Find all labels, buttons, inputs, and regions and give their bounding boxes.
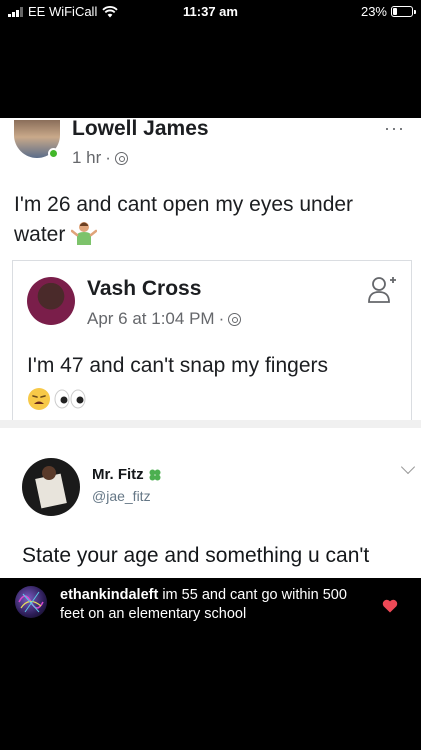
shared-post-card[interactable]: Vash Cross Apr 6 at 1:04 PM · I'm 47 and… bbox=[12, 260, 412, 420]
battery-icon bbox=[391, 6, 416, 17]
status-time: 11:37 am bbox=[183, 4, 238, 19]
post-meta: 1 hr · bbox=[72, 148, 128, 168]
avatar-pattern-icon bbox=[18, 591, 44, 613]
tweet-author-name-row: Mr. Fitz bbox=[92, 466, 162, 483]
shared-post-text: I'm 47 and can't snap my fingers bbox=[27, 354, 329, 377]
post-time[interactable]: 1 hr bbox=[72, 148, 101, 168]
add-friend-icon[interactable] bbox=[367, 275, 397, 303]
battery-fill bbox=[393, 8, 398, 15]
shared-author-avatar bbox=[27, 277, 75, 325]
post-text-line-2: water bbox=[14, 223, 66, 246]
post-screenshot: Lowell James 1 hr · ··· I'm 26 and cant … bbox=[0, 118, 421, 578]
weary-face-icon bbox=[28, 388, 50, 410]
shared-meta: Apr 6 at 1:04 PM · bbox=[87, 309, 242, 329]
tweet-author-name[interactable]: Mr. Fitz bbox=[92, 466, 144, 483]
shared-meta-separator: · bbox=[218, 309, 225, 328]
tweet-handle[interactable]: @jae_fitz bbox=[92, 488, 151, 504]
comment-row: ethankindaleft im 55 and cant go within … bbox=[0, 578, 421, 750]
tweet-text: State your age and something u can't bbox=[22, 544, 370, 567]
status-bar: EE WiFiCall 11:37 am 23% bbox=[0, 0, 421, 24]
shared-author-name[interactable]: Vash Cross bbox=[87, 277, 201, 301]
online-indicator bbox=[48, 148, 59, 159]
battery-percent: 23% bbox=[360, 4, 387, 19]
post-text: I'm 26 and cant open my eyes under water bbox=[14, 190, 353, 250]
four-leaf-clover-icon bbox=[149, 469, 161, 480]
comment-username[interactable]: ethankindaleft bbox=[60, 587, 158, 603]
post-author-name[interactable]: Lowell James bbox=[72, 118, 209, 141]
shared-emojis bbox=[27, 387, 87, 411]
person-shrugging-emoji-icon bbox=[71, 222, 98, 245]
eyes-icon bbox=[54, 389, 86, 409]
chevron-down-icon[interactable] bbox=[400, 459, 416, 475]
post-text-line-1: I'm 26 and cant open my eyes under bbox=[14, 193, 354, 216]
heart-icon[interactable] bbox=[382, 599, 398, 613]
section-divider bbox=[0, 420, 421, 428]
more-options-icon[interactable]: ··· bbox=[384, 118, 405, 139]
comment-text: ethankindaleft im 55 and cant go within … bbox=[60, 586, 360, 624]
shared-globe-icon bbox=[228, 312, 242, 326]
commenter-avatar[interactable] bbox=[15, 586, 47, 618]
meta-separator: · bbox=[105, 148, 111, 167]
post-text-line-2-wrap: water bbox=[14, 220, 353, 250]
shared-time[interactable]: Apr 6 at 1:04 PM bbox=[87, 309, 215, 329]
status-right: 23% bbox=[360, 4, 416, 19]
tweet-author-avatar bbox=[22, 458, 80, 516]
globe-icon bbox=[114, 151, 128, 165]
